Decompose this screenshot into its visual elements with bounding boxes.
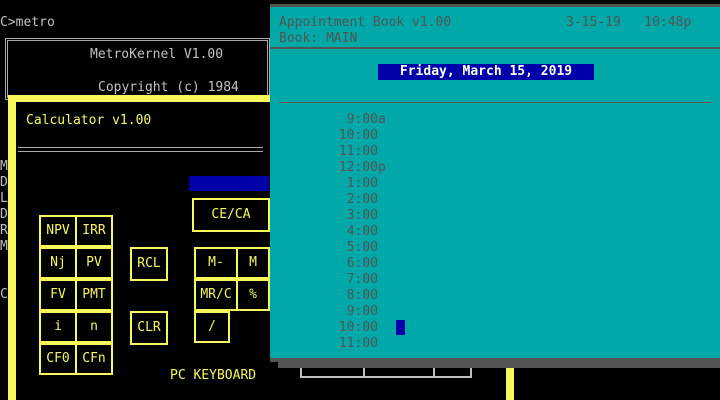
time-slot[interactable]: 10:00: [318, 128, 378, 144]
keyboard-outline: [300, 368, 472, 378]
key-rcl[interactable]: RCL: [130, 247, 168, 281]
calculator-display: [189, 176, 269, 191]
time-slot[interactable]: 9:00: [318, 112, 378, 128]
key-m-minus[interactable]: M-: [194, 247, 238, 279]
key-ce-ca[interactable]: CE/CA: [192, 198, 270, 232]
text-cursor: [396, 320, 405, 335]
appointment-title: Appointment Book v1.00: [279, 15, 452, 30]
dos-side-letter: M: [0, 239, 8, 254]
time-slot[interactable]: 4:00: [318, 224, 378, 240]
dos-side-letter: M: [0, 159, 8, 174]
key-m[interactable]: M: [236, 247, 270, 279]
dos-side-letter: R: [0, 223, 8, 238]
appointment-date-short: 3-15-19: [566, 15, 621, 30]
keyboard-divider: [433, 368, 435, 378]
calculator-divider: [18, 147, 263, 152]
key-mr-c[interactable]: MR/C: [194, 279, 238, 311]
time-slot[interactable]: 6:00: [318, 256, 378, 272]
time-slot[interactable]: 10:00: [318, 320, 378, 336]
dos-side-letter: D: [0, 207, 8, 222]
dos-side-letter: C: [0, 287, 8, 302]
key-n[interactable]: n: [75, 311, 113, 343]
key-fv[interactable]: FV: [39, 279, 77, 311]
dos-prompt: C>metro: [0, 15, 55, 30]
keyboard-divider: [363, 368, 365, 378]
key-cf0[interactable]: CF0: [39, 343, 77, 375]
time-slot-suffix: p: [378, 160, 386, 175]
appointment-divider: [279, 102, 711, 103]
key-percent[interactable]: %: [236, 279, 270, 311]
appointment-clock: 10:48p: [644, 15, 692, 30]
appointment-book-name: Book: MAIN: [279, 31, 358, 46]
key-i[interactable]: i: [39, 311, 77, 343]
time-slot[interactable]: 1:00: [318, 176, 378, 192]
time-slot[interactable]: 12:00: [318, 160, 378, 176]
kernel-title: MetroKernel V1.00: [90, 47, 224, 62]
key-clr[interactable]: CLR: [130, 311, 168, 345]
key-nj[interactable]: Nj: [39, 247, 77, 279]
time-slot[interactable]: 11:00: [318, 336, 378, 352]
key-npv[interactable]: NPV: [39, 215, 77, 247]
key-divide[interactable]: /: [194, 311, 230, 343]
appointment-header-divider: [270, 47, 720, 49]
time-slot[interactable]: 2:00: [318, 192, 378, 208]
time-slot-suffix: a: [378, 112, 386, 127]
kernel-copyright: Copyright (c) 1984: [98, 80, 239, 95]
time-slot[interactable]: 8:00: [318, 288, 378, 304]
time-slot[interactable]: 9:00: [318, 304, 378, 320]
time-slot[interactable]: 7:00: [318, 272, 378, 288]
dos-side-letter: L: [0, 191, 8, 206]
calculator-title: Calculator v1.00: [26, 113, 152, 128]
key-pv[interactable]: PV: [75, 247, 113, 279]
key-irr[interactable]: IRR: [75, 215, 113, 247]
appointment-date-banner[interactable]: Friday, March 15, 2019: [378, 64, 594, 80]
time-slot[interactable]: 11:00: [318, 144, 378, 160]
appointment-datetime: 3-15-19 10:48p: [566, 15, 691, 31]
key-cfn[interactable]: CFn: [75, 343, 113, 375]
key-pmt[interactable]: PMT: [75, 279, 113, 311]
dos-side-letter: D: [0, 175, 8, 190]
time-slot[interactable]: 3:00: [318, 208, 378, 224]
time-slot[interactable]: 5:00: [318, 240, 378, 256]
keyboard-label: PC KEYBOARD: [170, 368, 257, 383]
